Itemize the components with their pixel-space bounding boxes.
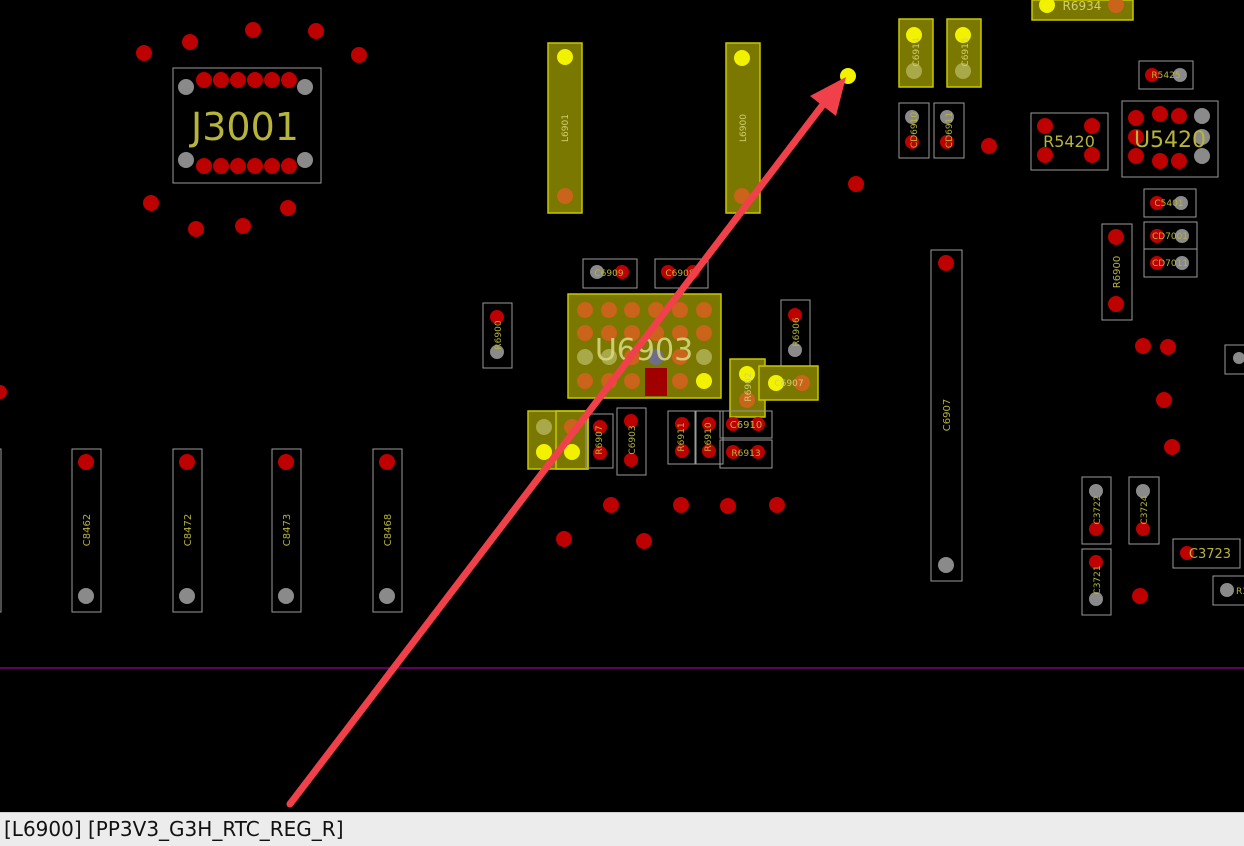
component-r5420[interactable]: R5420 <box>1030 112 1109 171</box>
svg-text:C8473: C8473 <box>282 514 293 546</box>
component-r6907[interactable]: R6907 <box>585 413 614 469</box>
svg-text:L6900: L6900 <box>739 114 749 142</box>
component-c6909[interactable]: C6909 <box>582 258 638 289</box>
component-c6915[interactable]: C6915 <box>946 18 982 88</box>
component-c5401[interactable]: C5401 <box>1143 188 1197 218</box>
component-r5425[interactable]: R5425 <box>1138 60 1194 90</box>
svg-text:R6900: R6900 <box>494 320 504 349</box>
component-u5420[interactable]: U5420 <box>1121 100 1219 178</box>
svg-text:R37: R37 <box>1236 587 1244 597</box>
status-bar: [L6900] [PP3V3_G3H_RTC_REG_R] <box>0 812 1244 846</box>
svg-text:R5425: R5425 <box>1151 71 1180 81</box>
component-r6911[interactable]: R6911 <box>667 410 696 465</box>
svg-text:C8472: C8472 <box>183 514 194 546</box>
vias-mid <box>556 497 785 549</box>
component-r6900-left[interactable]: R6900 <box>482 302 513 369</box>
component-r3700[interactable]: R37 <box>1212 575 1244 606</box>
svg-text:R6900: R6900 <box>1112 256 1123 288</box>
component-c6907-long[interactable]: C6907 <box>930 249 963 582</box>
svg-text:CD6910: CD6910 <box>910 112 920 148</box>
svg-text:C6914: C6914 <box>912 37 922 66</box>
component-l6901[interactable]: L6901 <box>547 42 583 214</box>
svg-text:C6907: C6907 <box>774 379 803 389</box>
component-u6903[interactable]: U6903 <box>567 293 722 399</box>
svg-text:C3721: C3721 <box>1093 565 1103 594</box>
component-r6900-right[interactable]: R6900 <box>1101 223 1133 321</box>
component-r6913[interactable]: R6913 <box>719 439 773 469</box>
component-c3724[interactable]: C3724 <box>1128 476 1160 545</box>
component-r6934[interactable]: R6934 <box>1031 0 1134 21</box>
component-r6910[interactable]: R6910 <box>695 410 724 465</box>
svg-text:C3723: C3723 <box>1189 547 1231 562</box>
svg-text:R6906: R6906 <box>792 317 802 346</box>
component-j3001[interactable]: J3001 <box>172 67 322 184</box>
svg-text:C8462: C8462 <box>82 514 93 546</box>
svg-text:C3722: C3722 <box>1093 495 1103 524</box>
component-c3723[interactable]: C3723 <box>1172 538 1241 569</box>
svg-text:C8468: C8468 <box>383 514 394 546</box>
component-c3722[interactable]: C3722 <box>1081 476 1112 545</box>
component-c8462[interactable]: C8462 <box>71 448 102 613</box>
component-c8473[interactable]: C8473 <box>271 448 302 613</box>
component-c8468[interactable]: C8468 <box>372 448 403 613</box>
component-cd7011[interactable]: CD7011 <box>1143 248 1198 278</box>
component-c6914[interactable]: C6914 <box>898 18 934 88</box>
svg-text:R6910: R6910 <box>704 422 714 451</box>
status-text: [L6900] [PP3V3_G3H_RTC_REG_R] <box>4 817 344 841</box>
svg-text:L6901: L6901 <box>561 114 571 142</box>
pcb-board-view[interactable]: J3001 L6901 L6900 C6914 C6915 R6934 CD69… <box>0 0 1244 812</box>
svg-text:C5401: C5401 <box>1154 199 1183 209</box>
svg-text:R6902: R6902 <box>744 372 754 401</box>
svg-text:R6913: R6913 <box>731 449 760 459</box>
component-cd6910[interactable]: CD6910 <box>898 102 930 159</box>
vias-j3001 <box>0 22 367 399</box>
svg-text:C3724: C3724 <box>1140 495 1150 524</box>
component-c6903[interactable]: C6903 <box>616 407 647 476</box>
component-r6906[interactable]: R6906 <box>780 299 811 367</box>
component-c6907-small[interactable]: C6907 <box>758 365 819 401</box>
svg-text:C6910: C6910 <box>730 420 762 431</box>
component-c3721[interactable]: C3721 <box>1081 548 1112 616</box>
component-cd6911[interactable]: CD6911 <box>933 102 965 159</box>
svg-text:CD7011: CD7011 <box>1152 259 1188 269</box>
pcb-layout[interactable]: J3001 L6901 L6900 C6914 C6915 R6934 CD69… <box>0 0 1244 812</box>
svg-text:CD7001: CD7001 <box>1152 232 1188 242</box>
j3001-label: J3001 <box>189 105 299 149</box>
svg-text:C6903: C6903 <box>628 425 638 454</box>
svg-text:R6911: R6911 <box>677 422 687 451</box>
component-l6900[interactable]: L6900 <box>725 42 761 214</box>
svg-text:R6907: R6907 <box>595 425 605 454</box>
component-cd7001[interactable]: CD7001 <box>1143 221 1198 250</box>
svg-text:C6915: C6915 <box>961 37 971 66</box>
svg-text:C6907: C6907 <box>942 399 953 431</box>
svg-text:R5420: R5420 <box>1043 132 1095 151</box>
svg-text:CD6911: CD6911 <box>945 112 955 148</box>
component-c8472[interactable]: C8472 <box>172 448 203 613</box>
svg-text:C6909: C6909 <box>594 269 623 279</box>
svg-text:R6934: R6934 <box>1063 0 1102 13</box>
svg-text:U5420: U5420 <box>1134 128 1206 153</box>
